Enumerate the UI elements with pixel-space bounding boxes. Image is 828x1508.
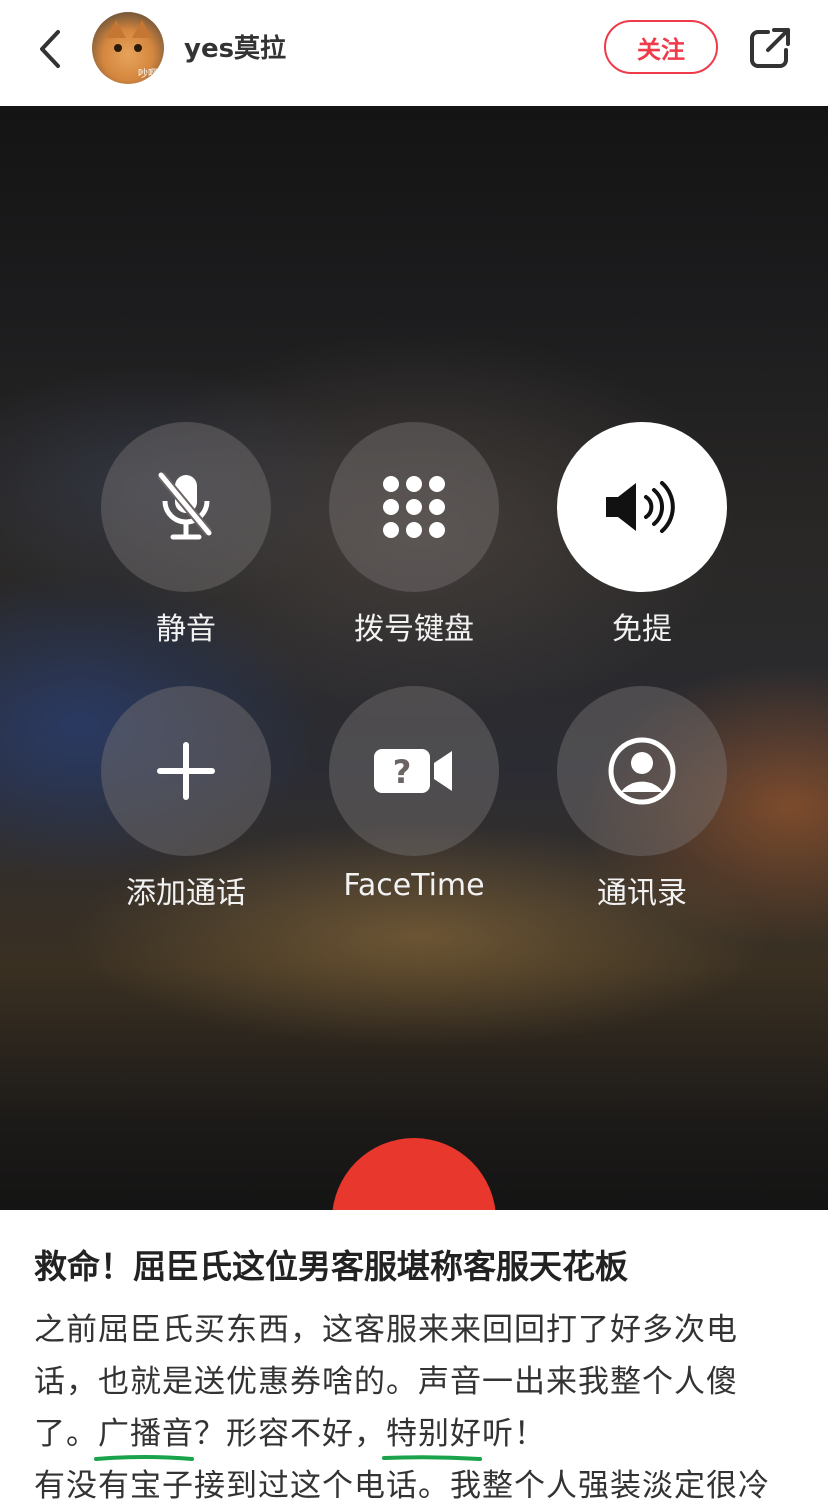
facetime-icon: ? xyxy=(374,749,452,793)
back-icon[interactable] xyxy=(32,26,72,72)
post-line-3-b: 形容不好， xyxy=(226,1416,386,1452)
end-call-button[interactable] xyxy=(332,1138,496,1210)
post-line-3: 了。广播音？ 形容不好，特别好听！ xyxy=(34,1408,546,1461)
facetime-label: FaceTime xyxy=(343,868,485,903)
speaker-icon xyxy=(606,481,675,533)
speaker-label: 免提 xyxy=(612,612,672,647)
post-line-1: 之前屈臣氏买东西，这客服来来回回打了好多次电 xyxy=(34,1312,738,1348)
follow-button[interactable]: 关注 xyxy=(604,20,718,74)
post-line-3-a: 了。 xyxy=(34,1416,98,1452)
contacts-icon xyxy=(608,737,676,805)
keypad-button[interactable] xyxy=(329,422,499,592)
top-bar: 吵啊 yes莫拉 关注 xyxy=(0,0,828,106)
highlight-text-2: 特别好听！ xyxy=(386,1416,546,1452)
add-call-label: 添加通话 xyxy=(126,876,246,911)
author-name[interactable]: yes莫拉 xyxy=(184,28,286,65)
post-line-2: 话，也就是送优惠券啥的。声音一出来我整个人傻 xyxy=(34,1364,738,1400)
highlight-very-nice: 特别好听！ xyxy=(382,1408,546,1461)
contacts-label: 通讯录 xyxy=(597,876,687,911)
highlight-text-1: 广播音？ xyxy=(98,1416,226,1452)
add-call-button[interactable] xyxy=(101,686,271,856)
plus-icon xyxy=(157,742,215,800)
keypad-label: 拨号键盘 xyxy=(354,612,474,647)
contacts-button[interactable] xyxy=(557,686,727,856)
post-title: 救命！屈臣氏这位男客服堪称客服天花板 xyxy=(34,1247,628,1286)
keypad-icon xyxy=(383,476,445,538)
svg-text:?: ? xyxy=(393,753,412,791)
mute-button[interactable] xyxy=(101,422,271,592)
speaker-button[interactable] xyxy=(557,422,727,592)
mute-label: 静音 xyxy=(156,612,216,647)
share-icon[interactable] xyxy=(748,26,792,70)
post-line-4: 有没有宝子接到过这个电话。我整个人强装淡定很冷 xyxy=(34,1468,770,1504)
avatar[interactable]: 吵啊 xyxy=(92,12,164,84)
facetime-button[interactable]: ? xyxy=(329,686,499,856)
highlight-broadcast-voice: 广播音？ xyxy=(94,1408,226,1461)
avatar-text: 吵啊 xyxy=(138,69,158,80)
post-content: 救命！屈臣氏这位男客服堪称客服天花板 之前屈臣氏买东西，这客服来来回回打了好多次… xyxy=(0,1210,828,1508)
call-screenshot: 静音 拨号键盘 免提 添加通话 ? FaceTime 通讯录 xyxy=(0,106,828,1210)
mic-mute-icon xyxy=(157,472,213,540)
